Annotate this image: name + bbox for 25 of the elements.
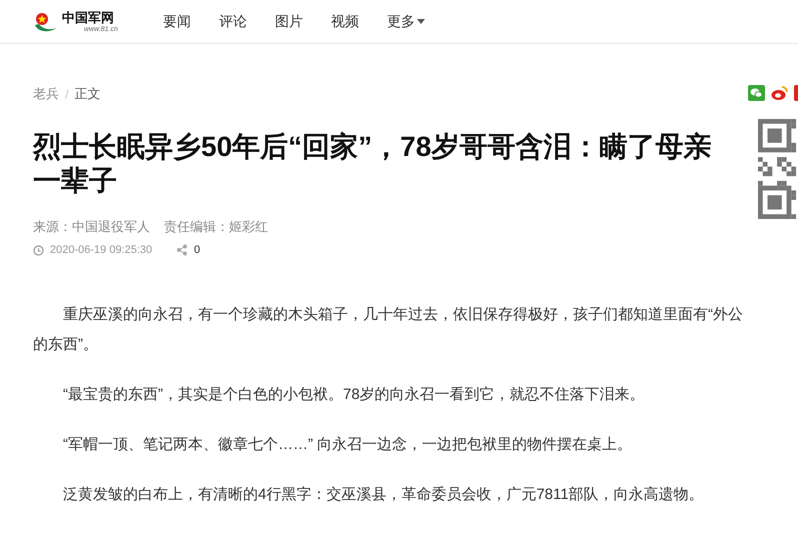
breadcrumb-separator: / [65,86,69,102]
wechat-icon[interactable] [748,85,765,101]
article-source: 来源：中国退役军人 [33,218,150,236]
paragraph-line: 泛黄发皱的白布上，有清晰的4行黑字：交巫溪县，革命委员会收，广元7811部队，向永高遗物。 [62,485,705,505]
nav-link[interactable]: 图片 [275,12,303,30]
share-icon[interactable] [176,244,188,256]
breadcrumb-item: 正文 [74,85,101,103]
logo-text: 中国军网 [62,10,115,24]
weibo-icon[interactable] [771,85,788,101]
nav-link[interactable]: 要闻 [163,12,191,30]
nav-link[interactable]: 视频 [331,12,359,30]
breadcrumb-item[interactable]: 老兵 [33,85,59,103]
article-editor: 责任编辑：姬彩红 [164,218,268,236]
article-title: 烈士长眠异乡50年后“回家”，78岁哥哥含泪：瞒了母亲一辈子 [33,130,712,198]
caret-icon [417,19,425,24]
logo-icon [33,10,59,32]
paragraph-line: “军帽一顶、笔记两本、徽章七个……” 向永召一边念，一边把包袱里的物件摆在桌上。 [62,435,634,455]
more-dropdown[interactable]: 更多 [387,12,425,30]
nav-link[interactable]: 评论 [219,12,247,30]
paragraph-line: “最宝贵的东西”，其实是个白色的小包袱。78岁的向永召一看到它，就忍不住落下泪来。 [62,385,646,405]
clock-icon [33,244,44,256]
share-count: 0 [194,244,200,256]
paragraph-line: 的东西”。 [33,335,99,355]
publish-date: 2020-06-19 09:25:30 [50,244,154,256]
paragraph-line: 重庆巫溪的向永召，有一个珍藏的木头箱子，几十年过去，依旧保存得极好，孩子们都知道里面有“外公 [62,305,744,325]
